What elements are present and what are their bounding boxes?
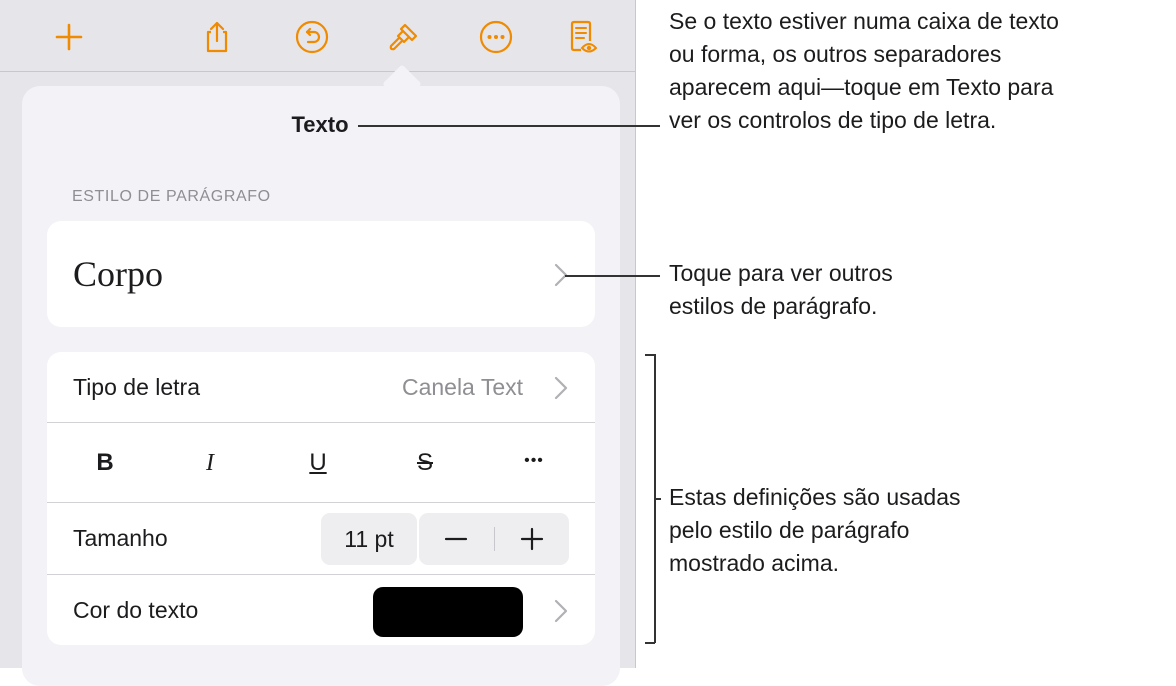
toolbar <box>0 0 636 72</box>
callout-leader-tabs <box>358 125 660 127</box>
font-label: Tipo de letra <box>73 374 200 400</box>
size-field[interactable]: 11 pt <box>321 513 417 565</box>
underline-button[interactable]: U <box>288 439 348 487</box>
format-button[interactable] <box>380 14 426 60</box>
share-icon <box>206 21 228 53</box>
font-value: Canela Text <box>401 374 523 400</box>
font-row[interactable]: Tipo de letra Canela Text <box>47 352 595 422</box>
paragraph-style-header: ESTILO DE PARÁGRAFO <box>72 188 271 205</box>
more-format-button[interactable]: ••• <box>504 437 564 485</box>
reading-view-button[interactable] <box>560 14 606 60</box>
decrease-size-button[interactable] <box>419 513 493 565</box>
plus-icon <box>520 527 544 551</box>
italic-button[interactable]: I <box>180 439 240 487</box>
document-eye-icon <box>570 20 598 53</box>
minus-icon <box>444 537 468 541</box>
callout-style-note: Toque para ver outros estilos de parágra… <box>669 260 893 319</box>
undo-button[interactable] <box>289 14 335 60</box>
paintbrush-icon <box>389 23 418 51</box>
callout-tabs-note: Se o texto estiver numa caixa de texto o… <box>669 8 1059 133</box>
callout-leader-style <box>565 275 660 277</box>
chevron-right-icon <box>554 599 568 623</box>
add-button[interactable] <box>46 14 92 60</box>
plus-icon <box>55 23 83 51</box>
format-buttons-row: B I U S ••• <box>47 423 595 503</box>
callout-settings-note: Estas definições são usadas pelo estilo … <box>669 484 961 576</box>
chevron-right-icon <box>554 376 568 400</box>
text-color-label: Cor do texto <box>73 597 199 623</box>
paragraph-style-row[interactable]: Corpo <box>47 221 595 327</box>
bold-button[interactable]: B <box>75 439 135 487</box>
toolbar-divider <box>0 71 636 72</box>
callout-bracket-bottom <box>645 642 655 644</box>
share-button[interactable] <box>194 14 240 60</box>
text-settings-card: Tipo de letra Canela Text B I U S ••• Ta… <box>47 352 595 645</box>
text-color-swatch[interactable] <box>373 587 523 637</box>
size-stepper <box>419 513 569 565</box>
callout-bracket-tick <box>655 498 661 500</box>
size-label: Tamanho <box>73 525 168 551</box>
paragraph-style-name: Corpo <box>73 254 163 294</box>
ellipsis-circle-icon <box>479 20 513 54</box>
strikethrough-button[interactable]: S <box>395 439 455 487</box>
text-color-row[interactable]: Cor do texto <box>47 575 595 645</box>
more-button[interactable] <box>473 14 519 60</box>
undo-icon <box>295 20 329 54</box>
app-frame: Texto ESTILO DE PARÁGRAFO Corpo Tipo de … <box>0 0 636 686</box>
increase-size-button[interactable] <box>495 513 569 565</box>
size-row: Tamanho 11 pt <box>47 503 595 574</box>
